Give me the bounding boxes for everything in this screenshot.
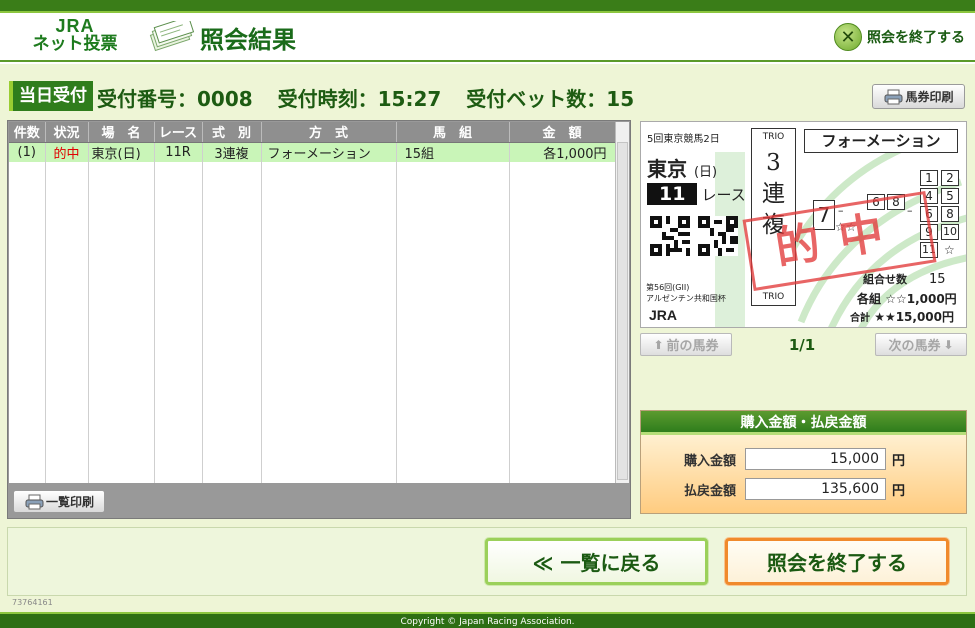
payout-amount-field: 135,600 — [745, 478, 886, 500]
ticket-method: フォーメーション — [804, 129, 958, 153]
logo-text-jra: JRA — [55, 16, 95, 36]
ticket-pager: 1/1 — [788, 336, 816, 354]
ticket-org: JRA — [649, 307, 678, 323]
yen-unit: 円 — [892, 453, 906, 469]
column-header: 状況 — [45, 122, 89, 143]
printer-icon — [884, 89, 903, 104]
ticket-bet-type-en: TRIO — [762, 132, 785, 142]
same-day-badge: 当日受付 — [9, 81, 93, 111]
ticket-third-horse: 5 — [941, 188, 959, 204]
next-ticket-label: 次の馬券 — [888, 339, 941, 354]
bet-list-panel: 件数 状況 場 名 レース 式 別 方 式 馬 組 金 額 (1) 的中 東京(… — [7, 120, 631, 519]
prev-ticket-button[interactable]: ⬆ 前の馬券 — [640, 333, 732, 356]
print-ticket-button[interactable]: 馬券印刷 — [872, 84, 965, 109]
arrow-down-icon: ⬇ — [943, 337, 954, 352]
top-bar — [0, 0, 975, 13]
cell-status: 的中 — [45, 142, 89, 162]
ticket-third-horse: 10 — [941, 224, 959, 240]
column-header: 場 名 — [88, 122, 155, 143]
ticket-race: 11 レース — [647, 183, 746, 205]
page-title: 照会結果 — [200, 26, 296, 54]
ticket-combo-value: 15 — [929, 272, 946, 287]
close-icon: ✕ — [834, 23, 862, 51]
scrollbar-thumb[interactable] — [617, 142, 628, 480]
receipt-info: 受付番号：0008 受付時刻：15:27 受付ベット数：15 — [97, 83, 652, 112]
bet-list-table: 件数 状況 場 名 レース 式 別 方 式 馬 組 金 額 (1) 的中 東京(… — [9, 122, 616, 483]
ticket-third-horse: 8 — [941, 206, 959, 222]
receipt-number: 受付番号：0008 — [97, 87, 253, 111]
ticket-third-horse: 2 — [941, 170, 959, 186]
cell-count: (1) — [9, 142, 46, 162]
receipt-time: 受付時刻：15:27 — [277, 87, 442, 111]
jra-logo: JRA ネット投票 — [30, 17, 120, 57]
exit-inquiry-top-label: 照会を終了する — [867, 30, 965, 46]
ticket-venue-name: 東京 — [647, 157, 687, 181]
next-ticket-button[interactable]: 次の馬券 ⬇ — [875, 333, 967, 356]
cell-race: 11R — [154, 142, 203, 162]
print-list-button[interactable]: 一覧印刷 — [13, 490, 105, 513]
ticket-bet-type-char: 3 — [766, 150, 781, 176]
ticket-bet-type-en: TRIO — [762, 292, 785, 302]
ticket-event-grade: 第56回(GII) — [646, 283, 690, 292]
ticket-race-number: 11 — [647, 183, 698, 205]
column-header: 方 式 — [261, 122, 397, 143]
qr-code-icon — [650, 216, 690, 256]
amount-panel: 購入金額・払戻金額 購入金額 15,000 円 払戻金額 135,600 円 — [640, 410, 967, 514]
column-header: レース — [154, 122, 203, 143]
prev-ticket-label: 前の馬券 — [666, 339, 719, 354]
ticket-third-horse: 1 — [920, 170, 938, 186]
ticket-event-name: アルゼンチン共和国杯 — [646, 294, 726, 303]
ticket-each-amount: 各組 ☆☆1,000円 — [857, 290, 957, 307]
ticket-bet-type-char: 連 — [762, 181, 785, 207]
receipt-bet-count: 受付ベット数：15 — [466, 87, 635, 111]
column-header: 件数 — [9, 122, 46, 143]
ticket-combo-label: 組合せ数 — [863, 273, 907, 286]
end-inquiry-button[interactable]: 照会を終了する — [725, 538, 949, 585]
print-list-label: 一覧印刷 — [45, 495, 94, 509]
ticket-each-label: 各組 — [857, 292, 882, 306]
ticket-event: 第56回(GII) アルゼンチン共和国杯 — [646, 282, 726, 304]
print-ticket-label: 馬券印刷 — [905, 90, 954, 104]
purchase-amount-row: 購入金額 15,000 円 — [641, 447, 966, 471]
payout-amount-row: 払戻金額 135,600 円 — [641, 477, 966, 501]
cell-method: フォーメーション — [261, 142, 397, 162]
ticket-venue-day: (日) — [693, 165, 718, 180]
ticket-venue: 東京 (日) — [647, 153, 717, 182]
amount-panel-title: 購入金額・払戻金額 — [641, 411, 966, 435]
cell-bet-type: 3連複 — [202, 142, 262, 162]
betting-ticket-image: 5回東京競馬2日 東京 (日) 11 レース 第56回(GII) アルゼンチン共… — [640, 121, 967, 328]
ticket-third-star: ☆ — [944, 243, 955, 257]
payout-amount-label: 払戻金額 — [683, 483, 736, 499]
ticket-meeting: 5回東京競馬2日 — [647, 134, 720, 145]
column-header: 馬 組 — [396, 122, 510, 143]
column-header: 金 額 — [509, 122, 616, 143]
arrow-up-icon: ⬆ — [653, 337, 664, 352]
cell-amount: 各1,000円 — [509, 142, 616, 162]
screen-code: 73764161 — [12, 598, 53, 607]
ticket-total-value: ★★15,000円 — [874, 310, 955, 324]
purchase-amount-field: 15,000 — [745, 448, 886, 470]
purchase-amount-label: 購入金額 — [683, 453, 736, 469]
ticket-race-label: レース — [701, 185, 746, 204]
ticket-total-label: 合計 — [850, 313, 870, 324]
ticket-each-value: ☆☆1,000円 — [885, 292, 957, 306]
logo-text-net: ネット投票 — [32, 34, 118, 54]
table-empty-area — [9, 161, 616, 483]
printer-icon — [25, 494, 44, 509]
table-header-row: 件数 状況 場 名 レース 式 別 方 式 馬 組 金 額 — [9, 122, 616, 143]
exit-inquiry-top-button[interactable]: ✕ 照会を終了する — [834, 22, 965, 52]
copyright: Copyright © Japan Racing Association. — [0, 612, 975, 628]
ticket-total-amount: 合計 ★★15,000円 — [850, 308, 954, 325]
ticket-stack-icon — [149, 21, 195, 52]
list-scrollbar[interactable] — [615, 122, 629, 483]
cell-combination: 15組 — [396, 142, 510, 162]
ticket-combo-count: 組合せ数 15 — [863, 271, 946, 287]
table-row[interactable]: (1) 的中 東京(日) 11R 3連複 フォーメーション 15組 各1,000… — [9, 142, 616, 162]
yen-unit: 円 — [892, 483, 906, 499]
back-to-list-button[interactable]: ≪ 一覧に戻る — [485, 538, 708, 585]
cell-venue: 東京(日) — [88, 142, 155, 162]
qr-code-icon — [698, 216, 738, 256]
column-header: 式 別 — [202, 122, 262, 143]
